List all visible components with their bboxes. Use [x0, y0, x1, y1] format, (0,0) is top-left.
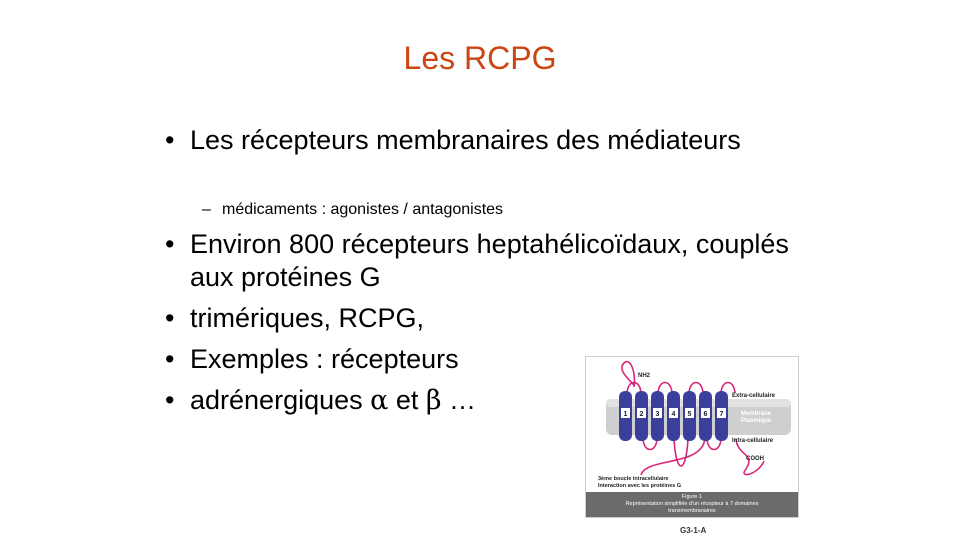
intracellular-label: Intra-cellulaire: [732, 438, 774, 444]
bullet-item: Les récepteurs membranaires des médiateu…: [165, 124, 805, 157]
bullet-item: Environ 800 récepteurs heptahélicoïdaux,…: [165, 228, 805, 294]
helix-number: 5: [688, 411, 692, 418]
third-loop-label-1: 3ème boucle intracellulaire: [598, 476, 669, 482]
figure-code: G3-1-A: [680, 526, 707, 535]
receptor-diagram: Membrane Plasmique 1 2 3 4 5 6 7 NH2 Ext…: [598, 360, 791, 489]
bullet-text: adrénergiques: [190, 385, 371, 415]
receptor-figure: Membrane Plasmique 1 2 3 4 5 6 7 NH2 Ext…: [585, 356, 799, 518]
helix-number: 7: [720, 411, 724, 418]
helix-group: 1 2 3 4 5 6 7: [619, 391, 728, 441]
beta-symbol: β: [425, 385, 442, 416]
slide-title: Les RCPG: [403, 40, 557, 76]
sub-bullet-item: médicaments : agonistes / antagonistes: [165, 199, 503, 221]
membrane-label-1: Membrane: [741, 411, 772, 417]
membrane-highlight: [606, 399, 791, 407]
helix-number: 3: [656, 411, 660, 418]
third-loop-tail: [640, 438, 706, 476]
caption-line: transmembranaires: [668, 508, 716, 514]
caption-title: Figure 1: [681, 494, 703, 500]
helix-number: 2: [640, 411, 644, 418]
cooh-label: COOH: [746, 456, 764, 462]
helix-number: 4: [672, 411, 676, 418]
figure-caption: Figure 1 Représentation simplifiée d'un …: [586, 492, 798, 517]
bullet-item: trimériques, RCPG,: [165, 302, 805, 335]
extracellular-label: Extra-cellulaire: [732, 393, 776, 399]
sub-bullet-container: médicaments : agonistes / antagonistes: [165, 195, 503, 225]
helix-number: 1: [624, 411, 628, 418]
membrane-label-2: Plasmique: [741, 418, 772, 424]
nh2-label: NH2: [638, 373, 651, 379]
alpha-symbol: α: [370, 385, 389, 416]
bullet-text: et: [388, 385, 426, 415]
third-loop-label-2: Interaction avec les protéines G: [598, 483, 681, 489]
bullet-text: …: [441, 385, 477, 415]
bullet-list: Les récepteurs membranaires des médiateu…: [165, 124, 805, 157]
caption-line: Représentation simplifiée d'un récepteur…: [625, 501, 759, 507]
helix-number: 6: [704, 411, 708, 418]
third-intracellular-loop: [673, 438, 689, 467]
